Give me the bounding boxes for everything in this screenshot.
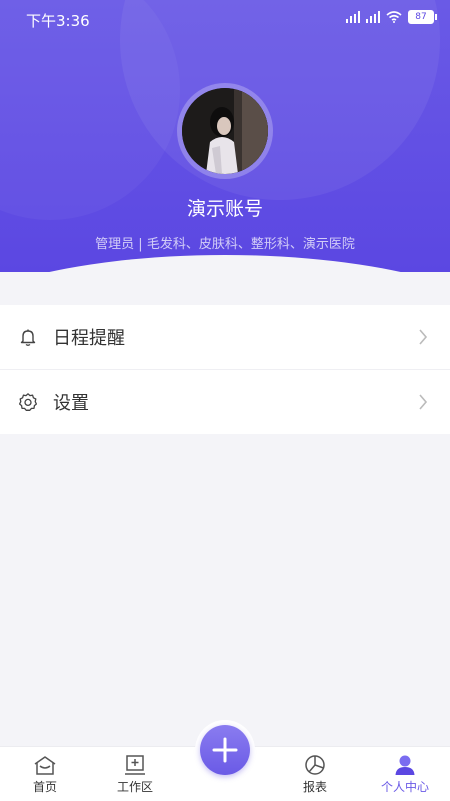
signal-icon <box>366 11 380 23</box>
account-description: 管理员 | 毛发科、皮肤科、整形科、演示医院 <box>95 237 355 252</box>
account-name: 演示账号 <box>186 198 263 220</box>
tab-label: 个人中心 <box>380 780 429 794</box>
chevron-right-icon <box>419 394 428 410</box>
person-icon <box>395 755 415 775</box>
add-button[interactable] <box>200 725 250 775</box>
header-curve <box>0 255 450 272</box>
chevron-right-icon <box>419 329 428 345</box>
tab-home[interactable]: 首页 <box>0 747 90 801</box>
signal-icon <box>346 11 360 23</box>
tab-label: 工作区 <box>116 780 153 794</box>
tab-label: 报表 <box>302 780 327 794</box>
avatar-ring[interactable] <box>177 83 273 179</box>
wifi-icon <box>386 11 402 23</box>
avatar[interactable] <box>182 88 268 174</box>
status-icons: 87 <box>346 10 437 24</box>
menu-item-label: 设置 <box>53 393 89 414</box>
battery-icon: 87 <box>408 10 437 24</box>
workspace-icon <box>125 755 145 775</box>
tab-workspace[interactable]: 工作区 <box>90 747 180 801</box>
menu-item-label: 日程提醒 <box>53 328 125 349</box>
menu-item-settings[interactable]: 设置 <box>0 370 450 434</box>
plus-icon <box>212 737 238 763</box>
status-bar: 下午3:36 87 <box>0 0 450 36</box>
status-time: 下午3:36 <box>26 12 90 30</box>
home-icon <box>34 756 56 775</box>
avatar-image <box>182 88 268 174</box>
tab-label: 首页 <box>32 780 57 794</box>
menu-item-schedule-reminder[interactable]: 日程提醒 <box>0 305 450 370</box>
gear-icon <box>18 393 38 412</box>
menu-list: 日程提醒 设置 <box>0 305 450 434</box>
bell-icon <box>20 329 36 346</box>
chart-icon <box>305 755 325 775</box>
tab-reports[interactable]: 报表 <box>270 747 360 801</box>
tab-personal-center[interactable]: 个人中心 <box>360 747 450 801</box>
